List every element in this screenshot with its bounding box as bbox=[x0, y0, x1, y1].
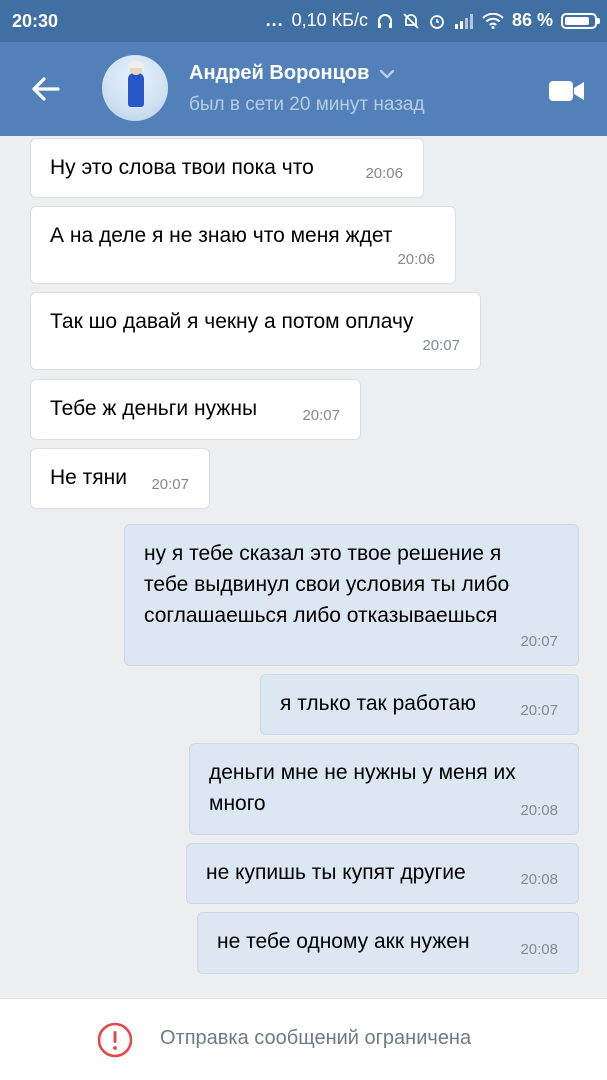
contact-name: Андрей Воронцов bbox=[189, 62, 370, 84]
message-time: 20:06 bbox=[365, 165, 403, 182]
message-time: 20:07 bbox=[520, 702, 558, 719]
message-time: 20:07 bbox=[302, 407, 340, 424]
avatar[interactable] bbox=[102, 55, 168, 121]
headphones-icon bbox=[376, 12, 394, 30]
battery-icon bbox=[561, 12, 600, 29]
wifi-icon bbox=[482, 12, 504, 29]
message-outgoing[interactable]: деньги мне не нужны у меня их много 20:0… bbox=[189, 743, 579, 835]
message-incoming[interactable]: Так шо давай я чекну а потом оплачу 20:0… bbox=[30, 292, 481, 370]
message-outgoing[interactable]: не тебе одному акк нужен 20:08 bbox=[197, 912, 579, 974]
message-outgoing[interactable]: ну я тебе сказал это твое решение я тебе… bbox=[124, 524, 579, 666]
message-text: не купишь ты купят другие bbox=[206, 861, 466, 884]
message-text: ну я тебе сказал это твое решение я тебе… bbox=[144, 542, 510, 627]
status-indicators: ... 0,10 КБ/с 86 % bbox=[265, 10, 600, 31]
signal-icon bbox=[454, 13, 474, 29]
mute-icon bbox=[402, 12, 420, 30]
message-incoming[interactable]: А на деле я не знаю что меня ждет 20:06 bbox=[30, 206, 456, 284]
message-incoming[interactable]: Не тяни 20:07 bbox=[30, 448, 210, 509]
network-speed: 0,10 КБ/с bbox=[291, 10, 368, 30]
restriction-message: Отправка сообщений ограничена bbox=[160, 1027, 472, 1049]
alarm-icon bbox=[428, 12, 446, 30]
message-text: Не тяни bbox=[50, 466, 127, 489]
message-outgoing[interactable]: не купишь ты купят другие 20:08 bbox=[186, 843, 579, 904]
message-text: деньги мне не нужны у меня их много bbox=[209, 761, 516, 815]
exclamation-circle-icon bbox=[97, 1022, 133, 1058]
status-bar: 20:30 ... 0,10 КБ/с 86 % bbox=[0, 0, 607, 42]
back-arrow-icon bbox=[32, 77, 60, 101]
message-list[interactable]: Ну это слова твои пока что 20:06 А на де… bbox=[0, 136, 607, 998]
message-time: 20:08 bbox=[520, 871, 558, 888]
composer-restricted-bar: Отправка сообщений ограничена bbox=[0, 998, 607, 1080]
message-incoming[interactable]: Ну это слова твои пока что 20:06 bbox=[30, 138, 424, 198]
last-seen-status: был в сети 20 минут назад bbox=[189, 94, 425, 115]
message-time: 20:08 bbox=[520, 802, 558, 819]
message-time: 20:08 bbox=[520, 941, 558, 958]
chat-header: Андрей Воронцов был в сети 20 минут наза… bbox=[0, 42, 607, 136]
message-time: 20:07 bbox=[151, 476, 189, 493]
message-text: Тебе ж деньги нужны bbox=[50, 397, 258, 420]
status-time: 20:30 bbox=[12, 11, 59, 31]
message-text: А на деле я не знаю что меня ждет bbox=[50, 224, 393, 247]
chevron-down-icon bbox=[380, 69, 395, 79]
back-button[interactable] bbox=[26, 69, 66, 109]
message-text: я тлько так работаю bbox=[280, 692, 476, 715]
message-incoming[interactable]: Тебе ж деньги нужны 20:07 bbox=[30, 379, 361, 440]
message-time: 20:07 bbox=[422, 337, 460, 354]
contact-name-button[interactable]: Андрей Воронцов bbox=[189, 62, 395, 85]
message-text: не тебе одному акк нужен bbox=[217, 930, 470, 953]
status-dots: ... bbox=[265, 10, 284, 30]
message-time: 20:07 bbox=[520, 633, 558, 650]
message-time: 20:06 bbox=[397, 251, 435, 268]
battery-percent: 86 % bbox=[511, 10, 553, 30]
message-text: Так шо давай я чекну а потом оплачу bbox=[50, 310, 414, 333]
video-call-icon bbox=[549, 81, 584, 101]
message-outgoing[interactable]: я тлько так работаю 20:07 bbox=[260, 674, 579, 735]
message-text: Ну это слова твои пока что bbox=[50, 156, 314, 179]
video-call-button[interactable] bbox=[548, 78, 586, 104]
